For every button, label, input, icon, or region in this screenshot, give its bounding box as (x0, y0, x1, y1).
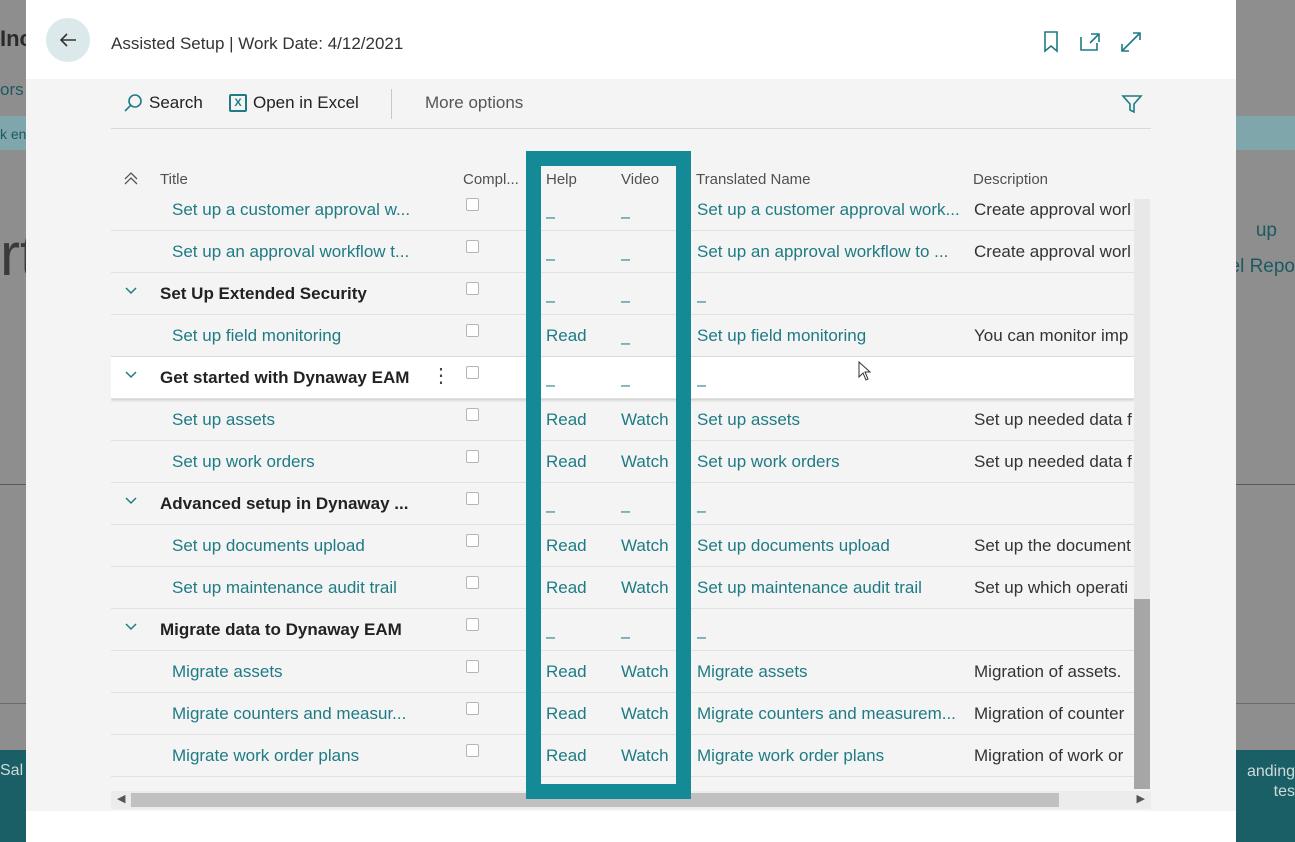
background-tile-text: Sal (0, 762, 24, 779)
excel-icon: X (229, 94, 247, 112)
vertical-scrollbar[interactable] (1134, 199, 1150, 789)
background-link: el Repo (1229, 256, 1295, 277)
description: Set up which operati (974, 578, 1129, 597)
open-in-new-window-icon[interactable] (1078, 30, 1102, 54)
background-text: ors (0, 80, 24, 99)
action-separator (391, 89, 392, 119)
chevron-down-icon[interactable] (124, 493, 138, 511)
translated-name[interactable]: Migrate counters and measurem... (697, 704, 969, 724)
row-title[interactable]: Migrate assets (172, 662, 422, 682)
description: Migration of counter (974, 704, 1125, 723)
background-tile-line: tes (1273, 783, 1295, 800)
description: Create approval worl (974, 200, 1131, 219)
description: Migration of work or (974, 746, 1124, 765)
completed-checkbox[interactable] (466, 744, 479, 757)
column-header-completed[interactable]: Compl... (463, 171, 519, 188)
chevron-down-icon[interactable] (124, 283, 138, 301)
description: Create approval worl (974, 242, 1131, 261)
row-title[interactable]: Set up an approval workflow t... (172, 242, 422, 262)
translated-name[interactable]: Set up an approval workflow to ... (697, 242, 969, 262)
expand-icon[interactable] (1119, 30, 1143, 54)
background-text: k en (0, 126, 27, 142)
translated-name[interactable]: Set up assets (697, 410, 969, 430)
description: Set up the document (974, 536, 1131, 555)
translated-name[interactable]: Migrate assets (697, 662, 969, 682)
column-header-translated-name[interactable]: Translated Name (696, 171, 811, 188)
translated-name[interactable]: _ (697, 368, 706, 388)
chevron-down-icon[interactable] (124, 619, 138, 637)
background-link: up (1255, 220, 1277, 241)
group-title[interactable]: Set Up Extended Security (160, 284, 420, 304)
completed-checkbox[interactable] (466, 282, 479, 295)
translated-name[interactable]: Set up documents upload (697, 536, 969, 556)
translated-name[interactable]: _ (697, 494, 706, 514)
description: Set up needed data f (974, 452, 1132, 471)
action-bar: Search X Open in Excel More options (111, 79, 1151, 129)
filter-icon[interactable] (1121, 93, 1143, 121)
collapse-all-icon[interactable] (123, 170, 139, 190)
scroll-right-icon[interactable]: ▶ (1137, 792, 1145, 805)
bookmark-icon[interactable] (1039, 30, 1063, 54)
translated-name[interactable]: Set up maintenance audit trail (697, 578, 969, 598)
row-title[interactable]: Migrate counters and measur... (172, 704, 422, 724)
description: Migration of assets. (974, 662, 1122, 681)
row-title[interactable]: Set up documents upload (172, 536, 422, 556)
row-title[interactable]: Set up assets (172, 410, 422, 430)
completed-checkbox[interactable] (466, 534, 479, 547)
more-options-label: More options (425, 93, 524, 112)
highlight-frame (526, 151, 691, 799)
more-options-button[interactable]: More options (425, 93, 523, 113)
translated-name[interactable]: Migrate work order plans (697, 746, 969, 766)
column-header-description[interactable]: Description (973, 171, 1048, 188)
group-title[interactable]: Get started with Dynaway EAM (160, 368, 425, 388)
back-button[interactable] (46, 18, 90, 62)
background-tile-text: anding tes (1247, 762, 1295, 802)
column-header-title[interactable]: Title (160, 171, 188, 188)
completed-checkbox[interactable] (466, 702, 479, 715)
vertical-scrollbar-thumb[interactable] (1134, 599, 1150, 789)
completed-checkbox[interactable] (466, 492, 479, 505)
chevron-down-icon[interactable] (124, 367, 138, 385)
dialog-header: Assisted Setup | Work Date: 4/12/2021 (26, 0, 1236, 79)
more-actions-icon[interactable]: ⋮ (431, 363, 451, 388)
open-in-excel-label: Open in Excel (253, 93, 359, 112)
description: Set up needed data f (974, 410, 1132, 429)
completed-checkbox[interactable] (466, 198, 479, 211)
group-title[interactable]: Migrate data to Dynaway EAM (160, 620, 420, 640)
translated-name[interactable]: Set up a customer approval work... (697, 200, 969, 220)
search-button[interactable]: Search (123, 93, 203, 113)
group-title[interactable]: Advanced setup in Dynaway ... (160, 494, 420, 514)
page-title: Assisted Setup | Work Date: 4/12/2021 (111, 34, 404, 53)
row-title[interactable]: Set up field monitoring (172, 326, 422, 346)
completed-checkbox[interactable] (466, 366, 479, 379)
completed-checkbox[interactable] (466, 576, 479, 589)
completed-checkbox[interactable] (466, 240, 479, 253)
arrow-left-icon (59, 33, 76, 47)
search-label: Search (149, 93, 203, 112)
completed-checkbox[interactable] (466, 408, 479, 421)
completed-checkbox[interactable] (466, 450, 479, 463)
completed-checkbox[interactable] (466, 324, 479, 337)
description: You can monitor imp (974, 326, 1129, 345)
row-title[interactable]: Set up a customer approval w... (172, 200, 422, 220)
translated-name[interactable]: _ (697, 620, 706, 640)
translated-name[interactable]: _ (697, 284, 706, 304)
row-title[interactable]: Set up maintenance audit trail (172, 578, 422, 598)
scroll-left-icon[interactable]: ◀ (117, 792, 125, 805)
translated-name[interactable]: Set up field monitoring (697, 326, 969, 346)
translated-name[interactable]: Set up work orders (697, 452, 969, 472)
completed-checkbox[interactable] (466, 618, 479, 631)
open-in-excel-button[interactable]: X Open in Excel (229, 93, 359, 113)
search-icon (124, 94, 142, 112)
background-tile-line: anding (1246, 763, 1295, 780)
completed-checkbox[interactable] (466, 660, 479, 673)
row-title[interactable]: Set up work orders (172, 452, 422, 472)
mouse-cursor-icon (858, 361, 872, 381)
row-title[interactable]: Migrate work order plans (172, 746, 422, 766)
